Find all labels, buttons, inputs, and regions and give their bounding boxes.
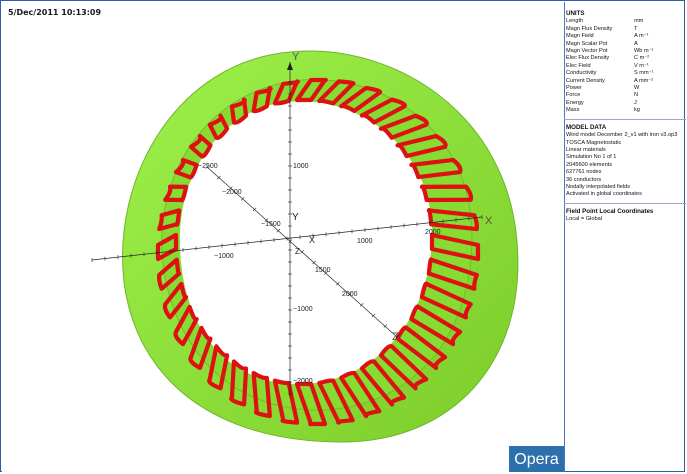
fieldpoint-title: Field Point Local Coordinates xyxy=(566,207,654,215)
unit-value: A xyxy=(634,40,638,47)
y-tick-neg1000: −1000 xyxy=(293,306,313,313)
unit-value: T xyxy=(634,25,638,32)
unit-value: mm xyxy=(634,18,644,25)
units-row: Magn Flux Density T xyxy=(566,26,684,33)
units-row: Mass kg xyxy=(566,107,684,114)
unit-value: W xyxy=(634,85,640,92)
model-data-line: 36 conductors xyxy=(566,176,602,183)
model-data-line: Linear materials xyxy=(566,146,606,153)
units-row: Power W xyxy=(566,85,684,92)
x-tick-2000: 2000 xyxy=(425,229,441,236)
unit-value: kg xyxy=(634,107,640,114)
units-row: Elec Field V m⁻¹ xyxy=(566,63,684,70)
unit-value: C m⁻² xyxy=(634,55,650,62)
units-row: Current Density A mm⁻² xyxy=(566,78,684,85)
unit-quantity: Magn Scalar Pot xyxy=(566,40,608,47)
units-row: Conductivity S mm⁻¹ xyxy=(566,70,684,77)
graphics-viewport[interactable]: Y Y X X Z Z 1000 −1000 −2000 −1000 1000 … xyxy=(2,2,564,472)
y-tick-1000: 1000 xyxy=(293,163,309,170)
unit-quantity: Magn Field xyxy=(566,33,594,40)
unit-value: V m⁻¹ xyxy=(634,62,649,69)
unit-quantity: Elec Flux Density xyxy=(566,55,610,62)
model-data-line: TOSCA Magnetostatic xyxy=(566,139,622,146)
separator xyxy=(564,202,686,204)
x-tick-neg1000: −1000 xyxy=(214,253,234,260)
y-axis-label: Y xyxy=(292,51,300,63)
unit-quantity: Elec Field xyxy=(566,62,591,69)
x-tick-1000: 1000 xyxy=(357,238,373,245)
unit-value: A mm⁻² xyxy=(634,77,654,84)
model-data-line: Activated in global coordinates xyxy=(566,191,642,198)
model-data-line: Wind model December 2_v1 with iron v3.op… xyxy=(566,132,678,139)
unit-value: J xyxy=(634,99,637,106)
fieldpoint-line: Local = Global xyxy=(566,216,602,223)
z-tick-2000: 2000 xyxy=(342,291,358,298)
units-row: Magn Vector Pot Wb m⁻¹ xyxy=(566,48,684,55)
x-axis-label: X xyxy=(485,215,493,227)
panel-divider xyxy=(564,2,565,472)
model-3d-view[interactable]: Y Y X X Z Z 1000 −1000 −2000 −1000 1000 … xyxy=(2,2,564,472)
y-axis-label-mid: Y xyxy=(292,212,299,223)
z-tick-neg2000: −2000 xyxy=(222,189,242,196)
unit-quantity: Power xyxy=(566,85,582,92)
model-data-line: 2045600 elements xyxy=(566,161,613,168)
unit-quantity: Force xyxy=(566,92,581,99)
z-tick-neg1500: −1500 xyxy=(261,221,281,228)
x-axis-label-mid: X xyxy=(309,235,315,245)
info-panel: UNITS Length mm Magn Flux Density T Magn Fie… xyxy=(564,10,686,224)
units-row: Elec Flux Density C m⁻² xyxy=(566,55,684,62)
z-tick-1500: 1500 xyxy=(315,267,331,274)
unit-quantity: Mass xyxy=(566,107,580,114)
unit-quantity: Magn Vector Pot xyxy=(566,48,608,55)
model-data-line: Nodally interpolated fields xyxy=(566,183,631,190)
units-row: Length mm xyxy=(566,18,684,25)
opera-button[interactable]: Opera xyxy=(509,446,564,472)
units-row: Magn Field A m⁻¹ xyxy=(566,33,684,40)
timestamp: 5/Dec/2011 10:13:09 xyxy=(8,8,102,17)
unit-value: A m⁻¹ xyxy=(634,33,649,40)
unit-quantity: Energy xyxy=(566,99,584,106)
units-row: Magn Scalar Pot A xyxy=(566,41,684,48)
model-data-line: 627761 nodes xyxy=(566,169,602,176)
units-row: Energy J xyxy=(566,100,684,107)
model-data-line: Simulation No 1 of 1 xyxy=(566,154,617,161)
z-axis-label-mid: Z xyxy=(295,247,300,256)
units-title: UNITS xyxy=(566,10,585,17)
z-tick-neg2500: −2500 xyxy=(198,163,218,170)
model-data-title: MODEL DATA xyxy=(566,123,607,131)
y-tick-neg2000: −2000 xyxy=(293,378,313,385)
separator xyxy=(564,118,686,120)
unit-quantity: Length xyxy=(566,18,584,25)
units-row: Force N xyxy=(566,92,684,99)
unit-value: Wb m⁻¹ xyxy=(634,48,654,55)
units-table: Length mm Magn Flux Density T Magn Field A m⁻… xyxy=(566,18,684,114)
unit-quantity: Magn Flux Density xyxy=(566,25,613,32)
z-axis-label: Z xyxy=(392,331,399,343)
unit-value: S mm⁻¹ xyxy=(634,70,654,77)
unit-quantity: Conductivity xyxy=(566,70,597,77)
unit-quantity: Current Density xyxy=(566,77,605,84)
model-data-list: Wind model December 2_v1 with iron v3.op… xyxy=(566,132,684,199)
unit-value: N xyxy=(634,92,639,99)
